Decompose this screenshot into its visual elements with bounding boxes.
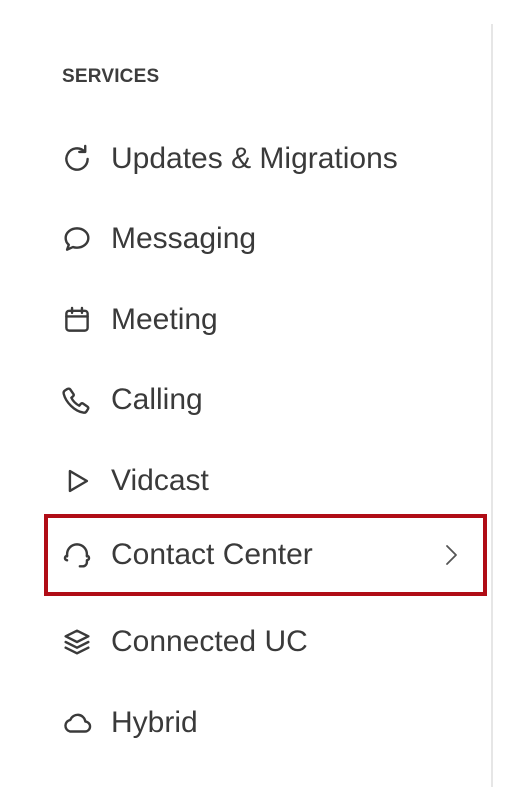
headset-icon [58,536,96,574]
nav-item-label: Contact Center [111,538,313,571]
nav-item-label: Hybrid [111,706,198,739]
nav-item-hybrid[interactable]: Hybrid [44,682,487,764]
calendar-icon [58,301,96,339]
nav-item-contact-center[interactable]: Contact Center [44,514,487,596]
section-header-services: SERVICES [62,66,160,87]
nav-item-label: Calling [111,383,203,416]
nav-item-connected-uc[interactable]: Connected UC [44,601,487,683]
nav-item-calling[interactable]: Calling [44,359,487,441]
refresh-icon [58,140,96,178]
nav-item-messaging[interactable]: Messaging [44,198,487,280]
chat-bubble-icon [58,220,96,258]
phone-icon [58,381,96,419]
cloud-icon [58,704,96,742]
nav-item-label: Messaging [111,222,257,255]
chevron-right-icon [441,541,461,569]
nav-item-label: Vidcast [111,464,209,497]
nav-item-vidcast[interactable]: Vidcast [44,440,487,522]
nav-item-meeting[interactable]: Meeting [44,279,487,361]
panel-divider [491,24,493,787]
nav-item-label: Meeting [111,303,218,336]
layers-icon [58,623,96,661]
nav-item-label: Updates & Migrations [111,142,398,175]
play-icon [58,462,96,500]
nav-item-label: Connected UC [111,625,308,658]
services-nav-panel: SERVICES Updates & Migrations Messaging [0,0,507,787]
nav-item-updates-migrations[interactable]: Updates & Migrations [44,118,487,200]
